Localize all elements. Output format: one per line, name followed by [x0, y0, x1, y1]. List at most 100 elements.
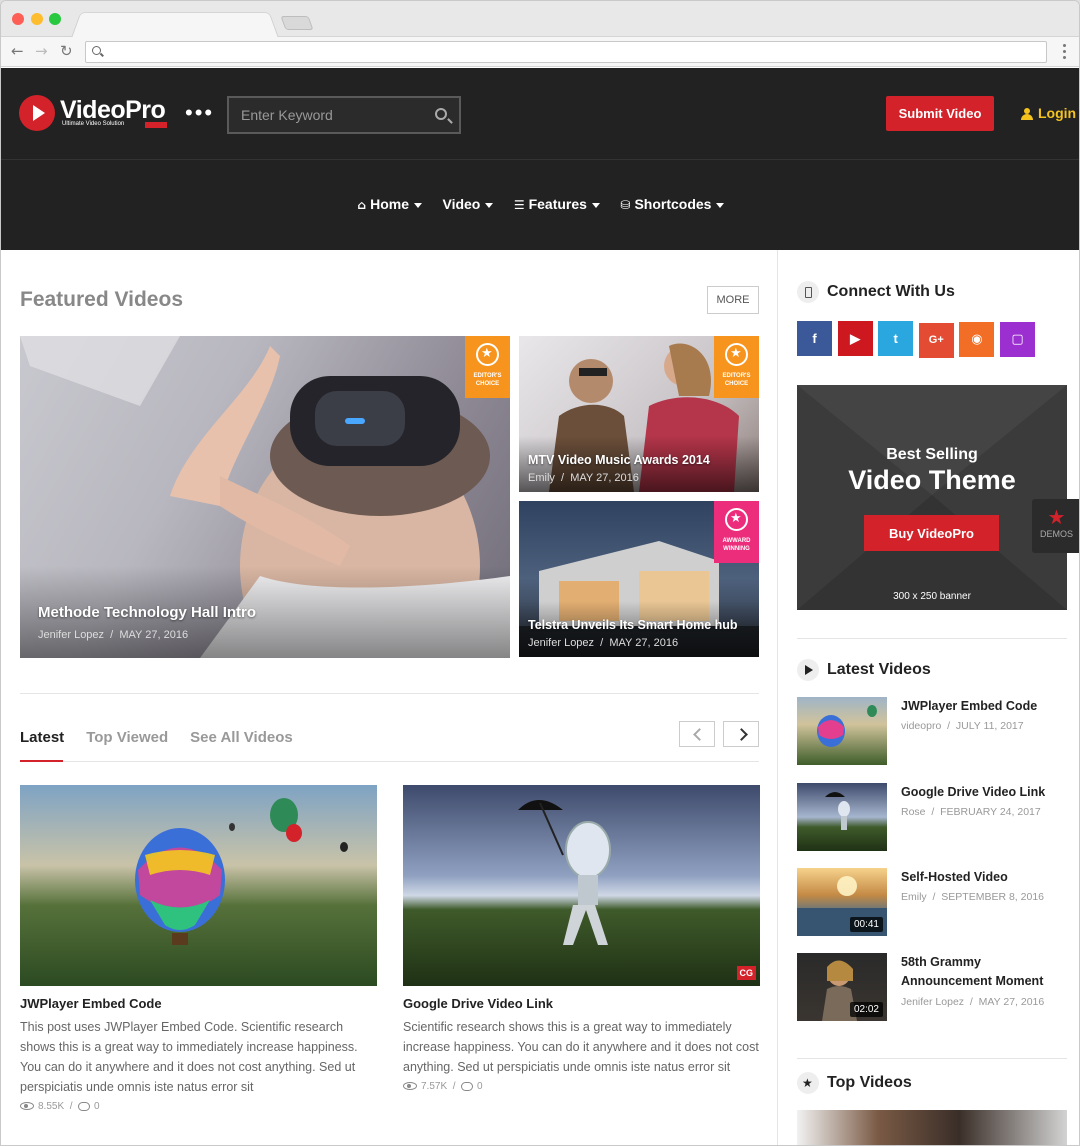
view-count: 8.55K — [38, 1101, 65, 1112]
editors-choice-badge: EDITOR'SCHOICE — [465, 336, 510, 398]
logo-play-icon[interactable] — [19, 95, 55, 131]
search-icon[interactable] — [435, 108, 447, 120]
address-bar[interactable] — [85, 41, 1047, 63]
latest-video-item[interactable]: JWPlayer Embed Code videopro / JULY 11, … — [797, 697, 1067, 767]
widget-divider — [797, 638, 1067, 639]
buy-videopro-button[interactable]: Buy VideoPro — [864, 515, 999, 551]
active-tab-indicator — [20, 760, 63, 762]
video-thumbnail[interactable]: 00:41 — [797, 868, 887, 936]
author[interactable]: Emily — [528, 472, 555, 484]
author[interactable]: videopro — [901, 720, 941, 732]
author[interactable]: Jenifer Lopez — [528, 637, 594, 649]
video-title[interactable]: JWPlayer Embed Code — [20, 996, 377, 1011]
award-winning-badge: AWWARDWINNING — [714, 501, 759, 563]
browser-tab[interactable] — [71, 12, 279, 39]
latest-videos-title: Latest Videos — [797, 659, 931, 681]
video-title[interactable]: JWPlayer Embed Code — [901, 697, 1071, 716]
editors-choice-badge: EDITOR'SCHOICE — [714, 336, 759, 398]
prev-arrow-button[interactable] — [679, 721, 715, 747]
date: JULY 11, 2017 — [955, 720, 1024, 732]
video-meta: Emily / SEPTEMBER 8, 2016 — [901, 891, 1044, 903]
demos-button[interactable]: ★ DEMOS — [1032, 499, 1079, 553]
login-label: Login — [1038, 105, 1077, 121]
minimize-window-button[interactable] — [31, 13, 43, 25]
latest-video-item[interactable]: Google Drive Video Link Rose / FEBRUARY … — [797, 783, 1067, 853]
watermark-logo: CG — [736, 966, 756, 980]
featured-title[interactable]: Telstra Unveils Its Smart Home hub — [528, 618, 738, 632]
back-arrow-icon[interactable]: ← — [11, 42, 24, 60]
latest-video-item[interactable]: 02:02 58th Grammy Announcement Moment Je… — [797, 953, 1067, 1023]
meta-separator: / — [947, 720, 951, 732]
next-arrow-button[interactable] — [723, 721, 759, 747]
google-plus-icon[interactable]: G+ — [918, 323, 954, 358]
video-thumbnail[interactable] — [797, 697, 887, 765]
featured-meta: Jenifer Lopez / MAY 27, 2016 — [528, 637, 678, 649]
rss-icon[interactable]: ◉ — [959, 322, 995, 357]
browser-menu-icon[interactable] — [1063, 44, 1066, 60]
date: MAY 27, 2016 — [570, 472, 639, 484]
submit-video-button[interactable]: Submit Video — [886, 96, 994, 131]
featured-video-main[interactable]: EDITOR'SCHOICE Methode Technology Hall I… — [20, 336, 510, 658]
eye-icon — [403, 1082, 417, 1091]
chevron-down-icon — [591, 202, 600, 208]
featured-video-tertiary[interactable]: AWWARDWINNING Telstra Unveils Its Smart … — [519, 501, 759, 657]
home-icon: ⌂ — [357, 198, 367, 212]
nav-item-features[interactable]: ☰ Features — [514, 196, 600, 212]
eye-icon — [20, 1102, 34, 1111]
widget-title-text: Top Videos — [827, 1074, 912, 1092]
more-dots-icon[interactable]: ••• — [185, 102, 214, 124]
nav-item-video[interactable]: Video — [442, 196, 494, 212]
nav-item-home[interactable]: ⌂ Home — [358, 196, 423, 212]
maximize-window-button[interactable] — [49, 13, 61, 25]
section-divider — [20, 693, 759, 694]
umbrella-image — [825, 792, 850, 830]
facebook-icon[interactable]: f — [797, 321, 832, 356]
featured-title[interactable]: MTV Video Music Awards 2014 — [528, 453, 710, 467]
demos-label: DEMOS — [1039, 529, 1073, 539]
video-thumbnail[interactable] — [20, 785, 377, 986]
latest-video-item[interactable]: 00:41 Self-Hosted Video Emily / SEPTEMBE… — [797, 868, 1067, 938]
trophy-icon — [725, 508, 748, 531]
search-box — [227, 96, 461, 134]
search-input[interactable] — [241, 106, 421, 124]
new-tab-button[interactable] — [280, 16, 314, 30]
nav-item-shortcodes[interactable]: ⛁ Shortcodes — [620, 196, 725, 212]
login-link[interactable]: Login — [1021, 105, 1076, 121]
video-title[interactable]: Self-Hosted Video — [901, 868, 1071, 887]
video-title[interactable]: 58th Grammy Announcement Moment — [901, 953, 1071, 991]
video-title[interactable]: Google Drive Video Link — [403, 996, 760, 1011]
connect-widget-title: Connect With Us — [797, 281, 955, 303]
featured-title[interactable]: Methode Technology Hall Intro — [38, 604, 256, 621]
database-icon: ⛁ — [620, 198, 631, 212]
author[interactable]: Emily — [901, 891, 927, 903]
video-thumbnail[interactable] — [797, 783, 887, 851]
header-divider — [1, 159, 1079, 160]
author[interactable]: Rose — [901, 806, 926, 818]
more-button[interactable]: MORE — [707, 286, 759, 314]
top-video-thumbnail[interactable] — [797, 1110, 1067, 1145]
tab-see-all[interactable]: See All Videos — [190, 729, 293, 746]
featured-video-secondary[interactable]: EDITOR'SCHOICE MTV Video Music Awards 20… — [519, 336, 759, 492]
video-stats: 7.57K / 0 — [403, 1081, 760, 1092]
close-window-button[interactable] — [12, 13, 24, 25]
reload-icon[interactable]: ↻ — [60, 42, 73, 60]
video-stats: 8.55K / 0 — [20, 1101, 377, 1112]
video-thumbnail[interactable]: CG — [403, 785, 760, 986]
browser-window: ← → ↻ VideoPro Ultimate Video Solution •… — [0, 0, 1080, 1146]
view-count: 7.57K — [421, 1081, 448, 1092]
video-title[interactable]: Google Drive Video Link — [901, 783, 1071, 802]
author[interactable]: Jenifer Lopez — [901, 996, 964, 1008]
video-card: JWPlayer Embed Code This post uses JWPla… — [20, 785, 377, 1112]
twitch-icon[interactable]: ▢ — [999, 322, 1035, 357]
browser-toolbar: ← → ↻ — [1, 37, 1079, 67]
twitter-icon[interactable]: t — [878, 321, 914, 356]
author[interactable]: Jenifer Lopez — [38, 629, 104, 641]
tab-top-viewed[interactable]: Top Viewed — [86, 729, 168, 746]
youtube-icon[interactable]: ▶ — [837, 321, 873, 356]
comment-icon — [78, 1101, 91, 1111]
forward-arrow-icon[interactable]: → — [35, 42, 48, 60]
video-thumbnail[interactable]: 02:02 — [797, 953, 887, 1021]
ad-banner[interactable]: Best Selling Video Theme Buy VideoPro 30… — [797, 385, 1067, 610]
widget-title-text: Connect With Us — [827, 283, 955, 301]
tab-latest[interactable]: Latest — [20, 729, 64, 746]
